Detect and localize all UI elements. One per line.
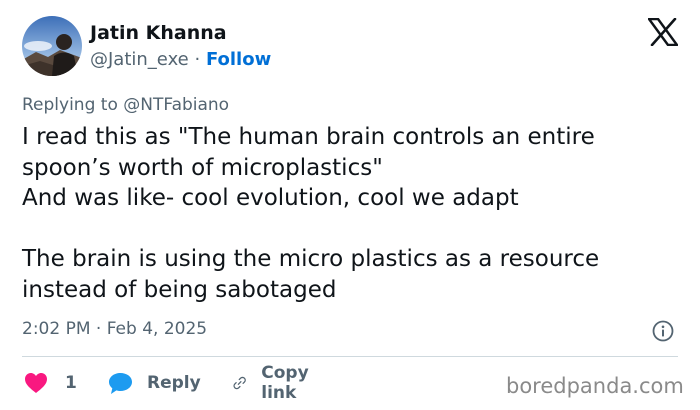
tweet-paragraph: I read this as "The human brain controls… xyxy=(22,124,595,211)
info-icon[interactable] xyxy=(652,320,674,342)
speech-bubble-icon xyxy=(109,372,132,394)
reply-button[interactable]: Reply xyxy=(108,368,201,398)
x-logo-icon[interactable] xyxy=(648,18,678,46)
avatar-image xyxy=(22,16,82,76)
tweet-paragraph: The brain is using the micro plastics as… xyxy=(22,246,607,303)
copy-link-label: Copy link xyxy=(261,363,309,403)
reply-label: Reply xyxy=(147,373,201,393)
author-display-name[interactable]: Jatin Khanna xyxy=(90,22,227,44)
avatar[interactable] xyxy=(22,16,82,76)
like-count: 1 xyxy=(65,373,77,393)
author-handle[interactable]: @Jatin_exe xyxy=(90,49,189,70)
tweet-text: I read this as "The human brain controls… xyxy=(22,122,687,305)
follow-button[interactable]: Follow xyxy=(206,49,271,70)
like-button[interactable]: 1 xyxy=(24,368,77,398)
link-icon xyxy=(233,376,246,390)
replying-to[interactable]: Replying to @NTFabiano xyxy=(22,95,229,115)
handle-separator: · xyxy=(194,49,201,70)
boredpanda-watermark: boredpanda.com xyxy=(506,374,684,398)
copy-link-button[interactable]: Copy link xyxy=(232,363,317,403)
heart-icon xyxy=(25,373,47,393)
divider xyxy=(22,356,678,357)
author-handle-row: @Jatin_exe · Follow xyxy=(90,49,271,70)
tweet-timestamp[interactable]: 2:02 PM · Feb 4, 2025 xyxy=(22,319,207,339)
